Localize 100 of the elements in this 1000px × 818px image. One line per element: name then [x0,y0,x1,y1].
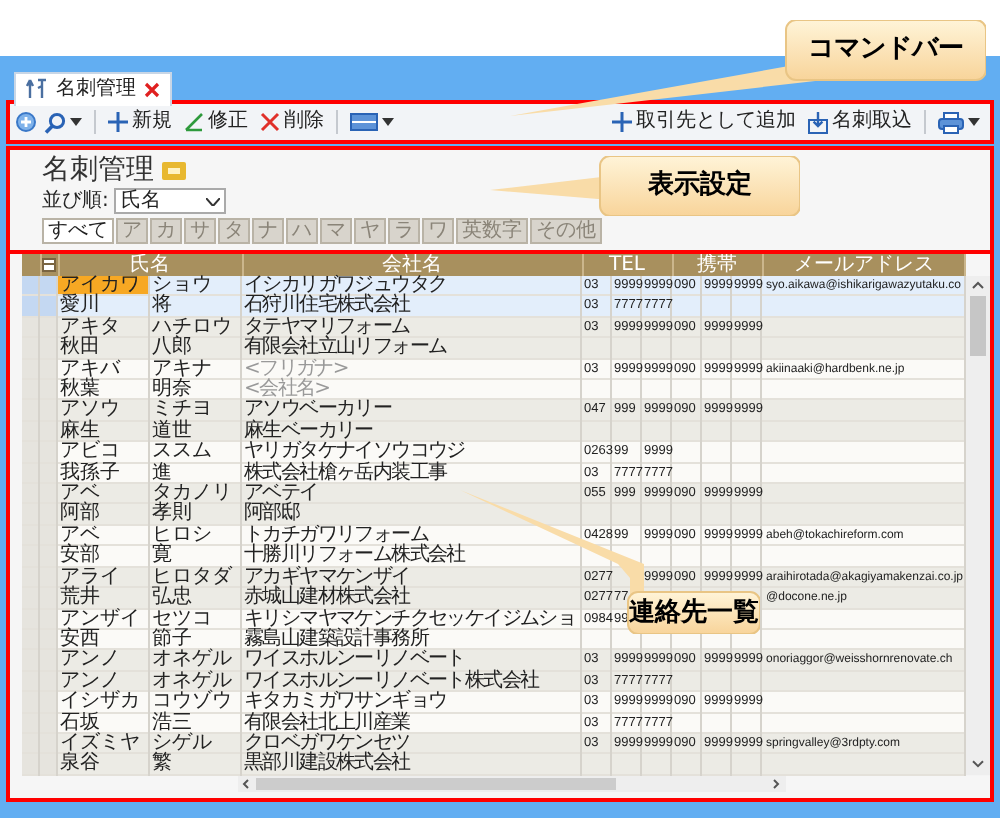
chevron-down-icon [206,197,221,205]
table-cell: 将 [152,294,172,317]
table-cell: イシカリガワジュウタク [244,274,447,296]
printer-button[interactable] [934,111,984,133]
table-cell: ハチロウ [152,315,232,338]
table-cell: ヒロシ [152,523,212,546]
sort-label: 並び順: [42,189,109,213]
table-cell: 愛川 [60,294,100,317]
table-cell: 秋葉 [60,378,100,401]
table-cell: アカギヤマケンザイ [244,565,410,588]
index-tab[interactable]: カ [150,218,182,244]
index-tab[interactable]: ラ [388,218,420,244]
table-cell: 我孫子 [60,461,120,484]
table-cell: アビコ [60,440,120,463]
table-cell: アソウ [60,398,120,421]
table-cell: ワイスホルンーリノベート株式会社 [244,669,539,692]
table-cell: 石狩川住宅株式会社 [244,294,410,317]
table-cell: アソウベーカリー [244,398,392,421]
column-header[interactable]: 氏名 [58,254,242,276]
callout-label: コマンドバー [806,34,966,66]
table-cell: 赤城山建材株式会社 [244,586,410,609]
toolbar-button[interactable]: 削除 [256,110,328,134]
column-header[interactable]: 会社名 [242,254,582,276]
table-icon [42,257,56,272]
table-cell: キタカミガワサンギョウ [244,690,447,713]
table-cell: アイカワ [60,274,140,296]
tool-icon [26,78,48,100]
plus-circle-icon[interactable] [16,112,36,132]
badge-icon [162,162,186,180]
table-cell: アキバ [60,357,120,380]
sort-dropdown[interactable]: 氏名 [114,188,227,214]
table-cell: キリシマヤマケンチクセッケイジムショ [244,607,576,629]
download-icon [808,111,828,133]
index-tab[interactable]: その他 [530,218,602,244]
close-icon[interactable] [144,81,160,97]
plus-icon [108,112,128,132]
table-cell: クロベガワケンセツ [244,731,410,754]
placeholder-text: <会社名> [244,378,330,401]
table-cell: ヤリガタケナイソウコウジ [244,440,465,463]
index-tab[interactable]: 英数字 [456,218,528,244]
table-cell: 浩三 [152,711,192,734]
table-cell: オネゲル [152,648,232,671]
index-tab[interactable]: ヤ [354,218,386,244]
table-cell: 繁 [152,752,172,775]
table-cell: 霧島山建築設計事務所 [244,627,429,650]
index-tab[interactable]: タ [218,218,250,244]
toolbar-button[interactable]: 修正 [180,110,252,134]
index-tab[interactable]: すべて [42,218,114,244]
table-cell: ワイスホルンーリノベート [244,648,465,671]
table-cell: 石坂 [60,711,100,734]
table-cell: 有限会社立山リフォーム [244,336,447,359]
index-tab[interactable]: ワ [422,218,454,244]
toolbar-button[interactable]: 取引先として追加 [608,110,800,134]
table-cell: 安西 [60,627,100,650]
index-tab[interactable]: ハ [286,218,318,244]
list-button[interactable] [346,112,398,132]
list-icon [350,112,378,132]
column-header[interactable]: メールアドレス [762,254,965,276]
table-cell: イシザカ [60,690,140,713]
index-tab[interactable]: サ [184,218,216,244]
table-cell: 明奈 [152,378,192,401]
table-cell: 道世 [152,419,192,442]
delete-icon [260,112,280,132]
table-cell: ススム [152,440,212,463]
table-cell: タテヤマリフォーム [244,315,410,338]
table-cell: 節子 [152,627,192,650]
plus-icon [612,112,632,132]
column-header[interactable]: TEL [582,254,673,276]
document-tab[interactable]: 名刺管理 [14,71,172,105]
table-cell: オネゲル [152,669,232,692]
table-cell: アンノ [60,648,120,671]
search-icon [44,111,66,133]
table-cell: 十勝川リフォーム株式会社 [244,544,465,567]
table-cell: 阿部邸 [244,502,300,525]
table-cell: 泉谷 [60,752,100,775]
table-cell: トカチガワリフォーム [244,523,429,546]
pencil-icon [184,112,204,132]
table-cell: コウゾウ [152,690,232,713]
toolbar-button[interactable]: 名刺取込 [804,110,916,134]
placeholder-text: <フリガナ> [244,357,348,380]
table-cell: アンザイ [60,607,140,629]
toolbar-button[interactable]: 新規 [104,110,176,134]
search-button[interactable] [40,111,86,133]
table-cell: 弘忠 [152,586,192,609]
printer-icon [938,111,964,133]
table-cell: 有限会社北上川産業 [244,711,410,734]
table-cell: 秋田 [60,336,100,359]
index-tab[interactable]: ア [116,218,148,244]
index-tab[interactable]: マ [320,218,352,244]
table-cell: ミチヨ [152,398,212,421]
table-cell: ショウ [152,274,212,296]
table-cell: シゲル [152,731,212,754]
table-cell: 寛 [152,544,172,567]
table-cell: セツコ [152,607,212,629]
index-tab[interactable]: ナ [252,218,284,244]
horizontal-scrollbar[interactable] [238,776,786,792]
table-cell: 八郎 [152,336,192,359]
page-title: 名刺管理 [42,154,154,188]
table-cell: イズミヤ [60,731,140,754]
table-cell: 麻生ベーカリー [244,419,373,442]
